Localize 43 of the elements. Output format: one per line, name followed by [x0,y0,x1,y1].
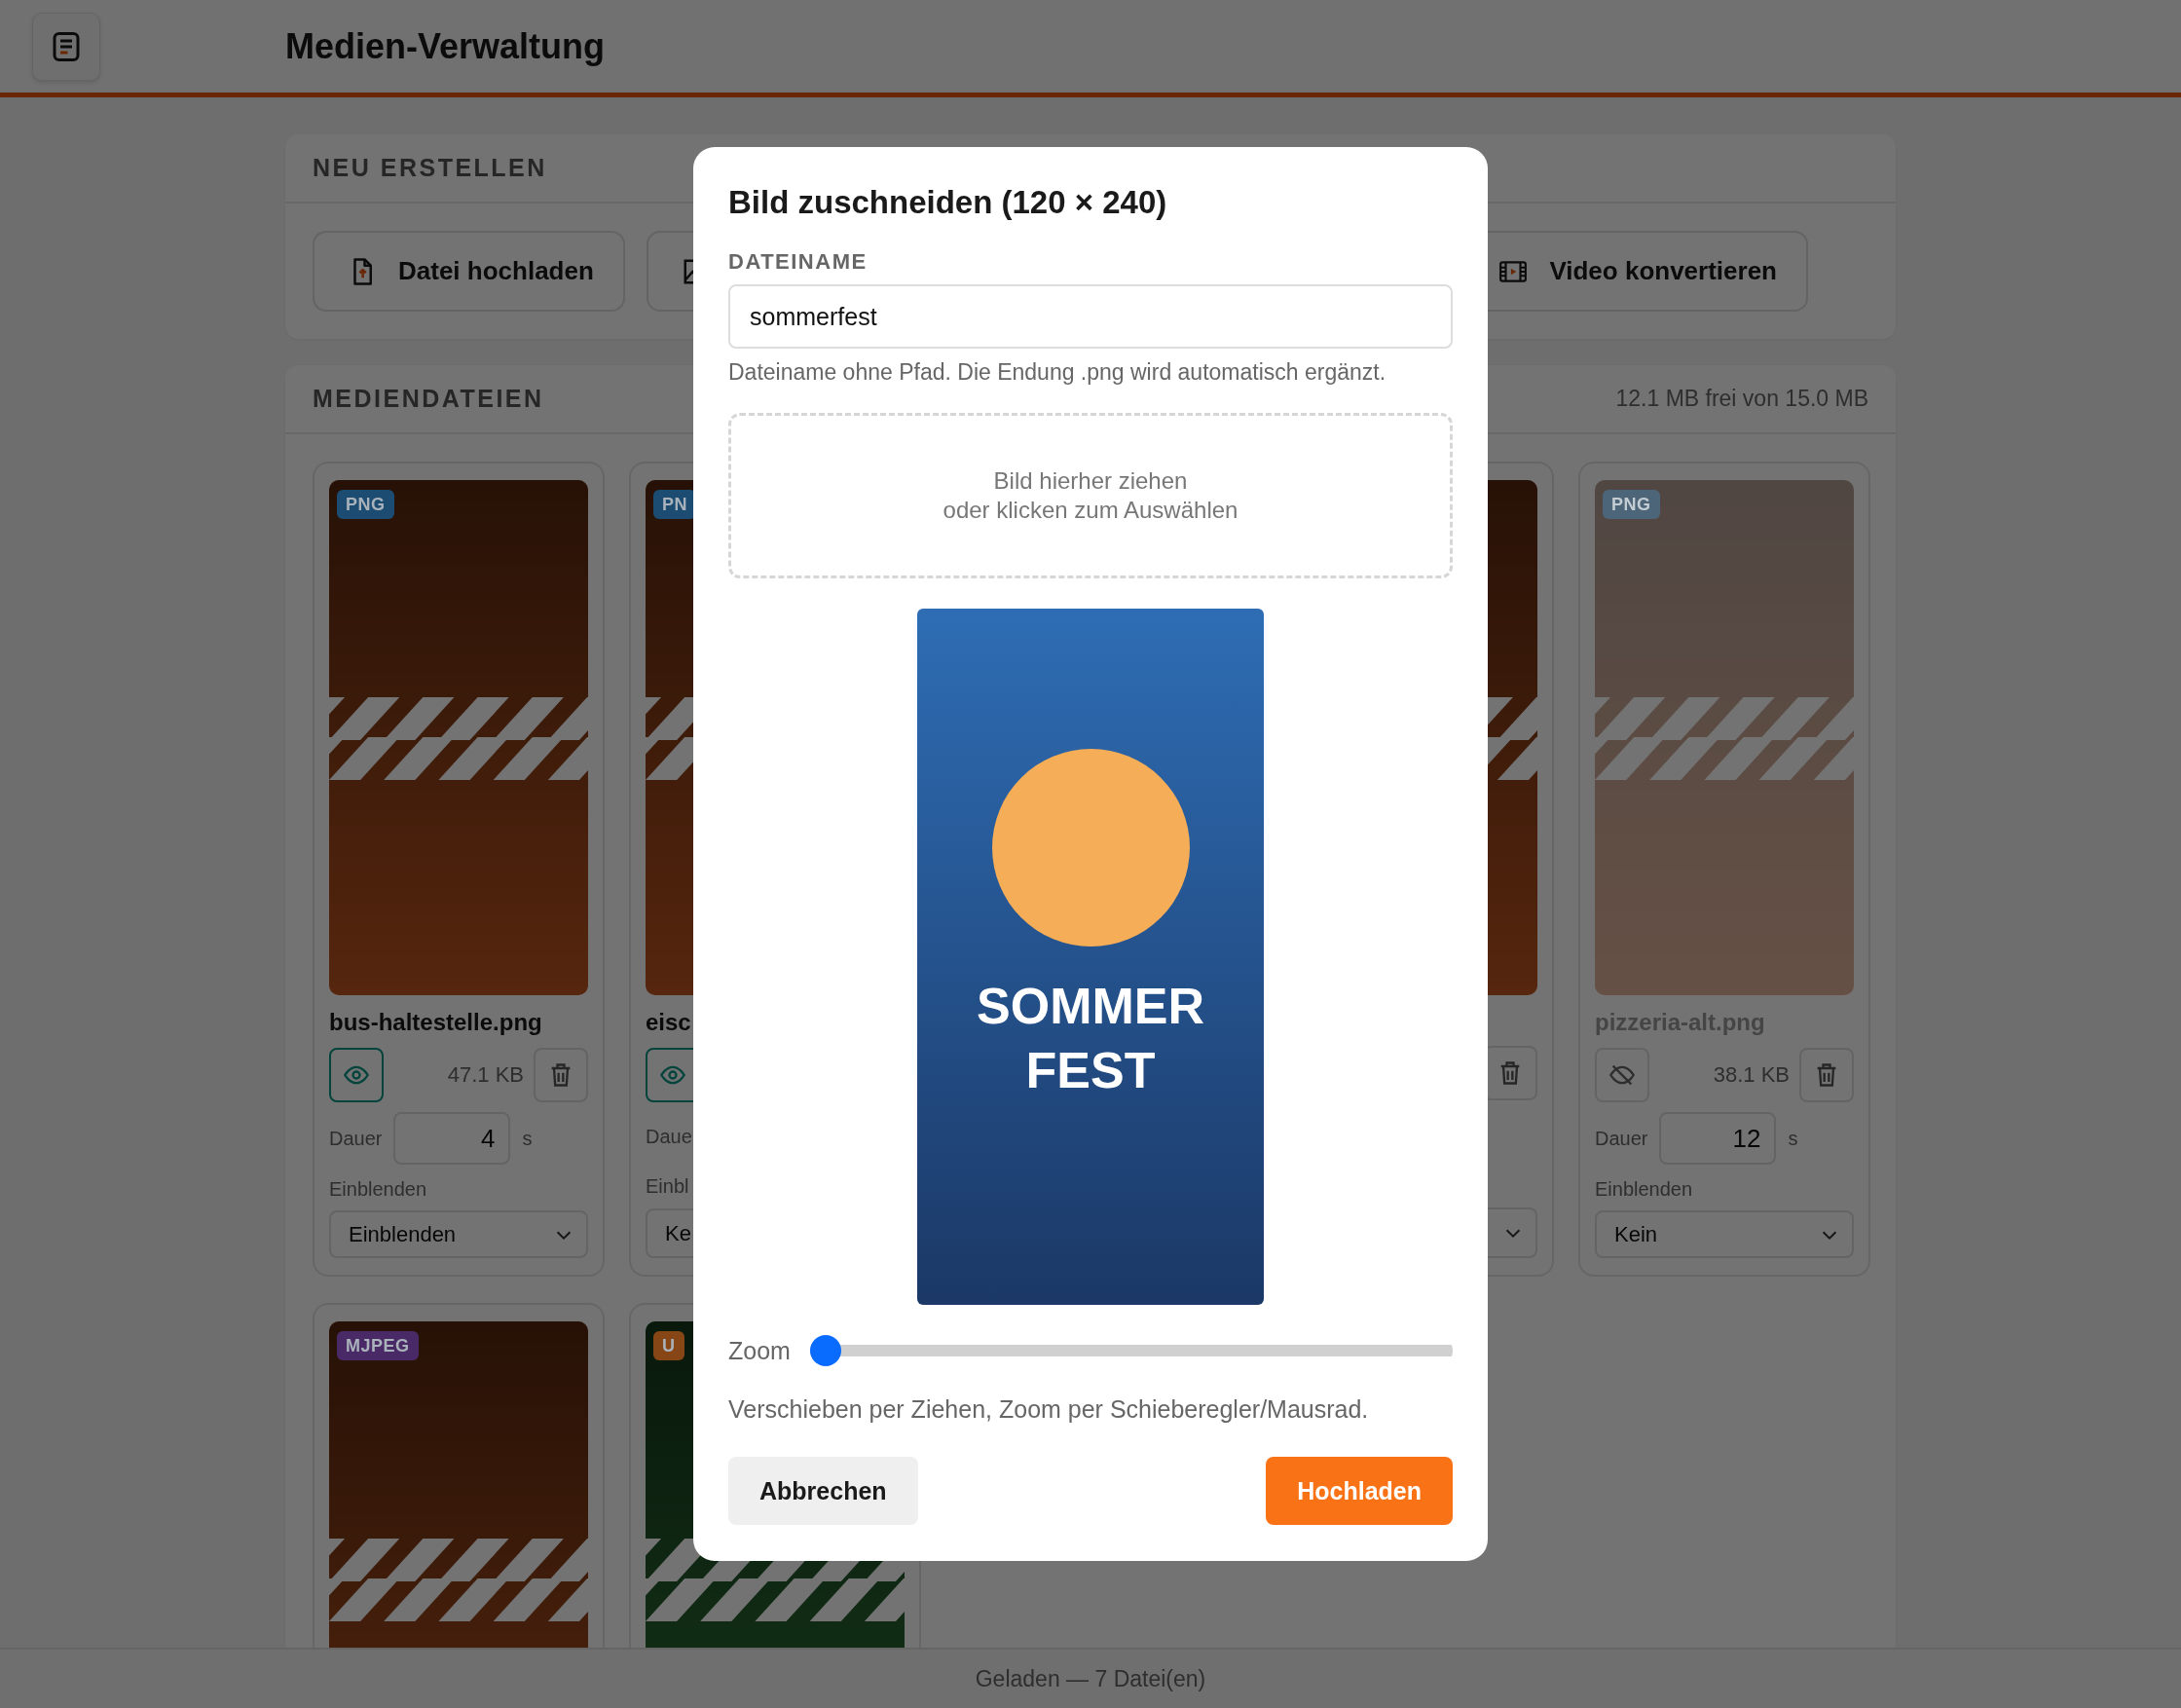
format-badge: PNG [1603,490,1660,519]
app-title: Medien-Verwaltung [285,25,606,67]
crop-hint: Verschieben per Ziehen, Zoom per Schieberegler/Mausrad. [728,1395,1370,1423]
file-size: 38.1 KB [1712,1062,1790,1088]
slider-thumb[interactable] [809,1335,841,1366]
upload-button[interactable]: Hochladen [1266,1457,1453,1525]
transition-label: Einblenden [1595,1178,1693,1200]
storage-info: 12.1 MB frei von 15.0 MB [1615,386,1868,412]
visibility-toggle[interactable] [329,1048,384,1102]
file-size: 47.1 KB [446,1062,524,1088]
format-badge: U [653,1331,684,1360]
preview-text: FEST [1025,1041,1156,1100]
unit-label: s [1788,1127,1798,1150]
cancel-button[interactable]: Abbrechen [728,1457,918,1525]
duration-label: Dauer [329,1127,383,1150]
duration-field[interactable]: 12 [1659,1112,1777,1165]
file-name: eisc [646,1009,691,1035]
drop-zone[interactable]: Bild hierher ziehen oder klicken zum Auswählen [728,413,1453,578]
duration-label: Daue [646,1126,692,1149]
field-hint: Dateiname ohne Pfad. Die Endung .png wird automatisch ergänzt. [728,358,1387,386]
format-badge: MJPEG [337,1331,419,1360]
section-title: MEDIENDATEIEN [313,385,544,413]
transition-select[interactable]: Einblenden [329,1210,588,1258]
transition-select[interactable]: Kein [1595,1210,1854,1258]
transition-label: Einblenden [329,1178,427,1200]
menu-button[interactable] [32,12,100,81]
format-badge: PN [653,490,696,519]
duration-label: Dauer [1595,1127,1648,1150]
zoom-label: Zoom [728,1336,791,1365]
filename-field[interactable]: sommerfest [728,284,1453,349]
duration-field[interactable]: 4 [393,1112,511,1165]
field-label: DATEINAME [728,249,869,275]
transition-label: Einbl [646,1175,689,1198]
unit-label: s [522,1127,533,1150]
file-name: bus-haltestelle.png [329,1009,542,1035]
drop-zone-text: Bild hierher ziehen [993,466,1188,496]
section-title: NEU ERSTELLEN [313,154,547,182]
dialog-title: Bild zuschneiden (120 × 240) [728,183,1168,222]
preview-text: SOMMER [977,977,1204,1036]
format-badge: PNG [337,490,394,519]
drop-zone-text: oder klicken zum Auswählen [943,496,1238,525]
file-button[interactable]: Datei hochladen [313,231,625,312]
crop-preview[interactable]: SOMMER FEST [917,609,1264,1305]
